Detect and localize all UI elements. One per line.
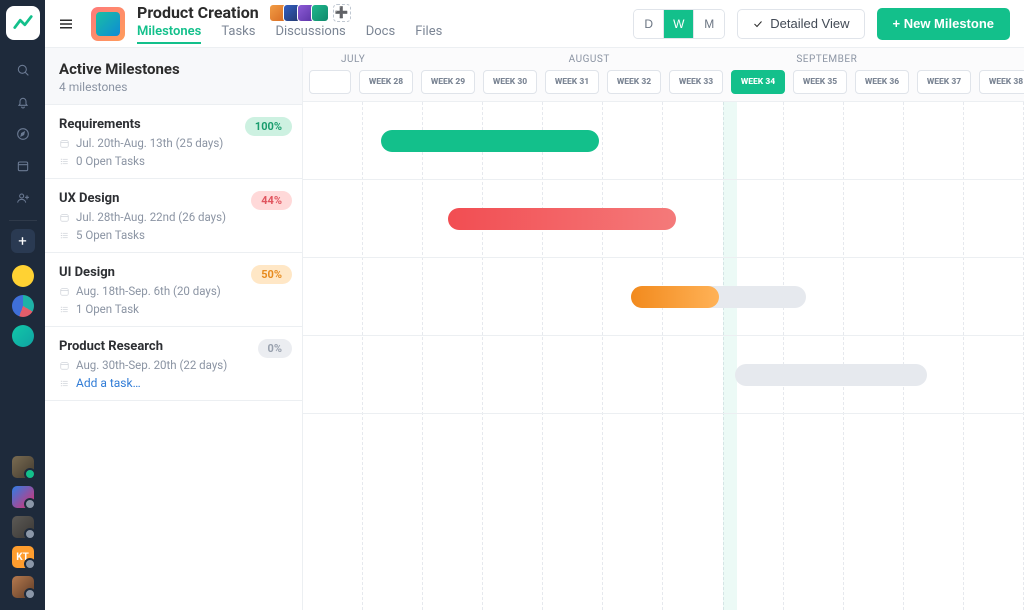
menu-toggle-icon[interactable] <box>53 11 79 37</box>
rail-avatar[interactable] <box>12 486 34 508</box>
list-icon <box>59 156 70 167</box>
milestone-item[interactable]: RequirementsJul. 20th-Aug. 13th (25 days… <box>45 105 302 179</box>
invite-user-icon[interactable] <box>7 182 39 214</box>
milestone-dates: Jul. 20th-Aug. 13th (25 days) <box>76 136 223 150</box>
add-task-link[interactable]: Add a task… <box>76 376 141 390</box>
panel-subtitle: 4 milestones <box>59 80 288 94</box>
workspace-dot-pie[interactable] <box>12 295 34 317</box>
week-chip[interactable]: WEEK 35 <box>793 70 847 94</box>
week-chip[interactable]: WEEK 33 <box>669 70 723 94</box>
timeline-row <box>303 258 1024 336</box>
new-milestone-button[interactable]: + New Milestone <box>877 8 1011 40</box>
panel-title: Active Milestones <box>59 60 288 78</box>
rail-divider <box>9 220 37 221</box>
workspace-dot-yellow[interactable] <box>12 265 34 287</box>
week-chip[interactable]: WEEK 37 <box>917 70 971 94</box>
detailed-view-button[interactable]: Detailed View <box>737 9 864 39</box>
milestone-tasks: 0 Open Tasks <box>76 154 145 168</box>
tab-files[interactable]: Files <box>415 24 442 44</box>
app-rail: + KT <box>0 0 45 610</box>
list-icon <box>59 230 70 241</box>
timeline-row <box>303 336 1024 414</box>
notifications-icon[interactable] <box>7 86 39 118</box>
timeline-row <box>303 180 1024 258</box>
milestone-tasks: 1 Open Task <box>76 302 139 316</box>
calendar-icon <box>59 286 70 297</box>
month-label: AUGUST <box>569 48 797 70</box>
month-label: SEPTEMBER <box>796 48 1024 70</box>
week-chip[interactable] <box>309 70 351 94</box>
week-chip[interactable]: WEEK 28 <box>359 70 413 94</box>
period-month-button[interactable]: M <box>694 10 724 38</box>
milestone-item[interactable]: Product Research Aug. 30th-Sep. 20th (22 … <box>45 327 302 401</box>
list-icon <box>59 378 70 389</box>
rail-avatar[interactable]: KT <box>12 546 34 568</box>
week-row: WEEK 28 WEEK 29 WEEK 30 WEEK 31 WEEK 32 WEEK … <box>303 70 1024 102</box>
week-chip[interactable]: WEEK 31 <box>545 70 599 94</box>
timeline-body[interactable] <box>303 102 1024 610</box>
calendar-icon[interactable] <box>7 150 39 182</box>
week-chip[interactable]: WEEK 34 <box>731 70 785 94</box>
rail-avatar[interactable] <box>12 516 34 538</box>
period-day-button[interactable]: D <box>634 10 664 38</box>
period-week-button[interactable]: W <box>664 10 694 38</box>
milestone-item[interactable]: UX DesignJul. 28th-Aug. 22nd (26 days)5 … <box>45 179 302 253</box>
week-chip[interactable]: WEEK 29 <box>421 70 475 94</box>
progress-chip: 0% <box>258 339 292 358</box>
milestone-name: Product Research <box>59 339 288 354</box>
calendar-icon <box>59 138 70 149</box>
milestone-panel: Active Milestones 4 milestones Requireme… <box>45 48 303 610</box>
app-logo[interactable] <box>6 6 40 40</box>
timeline-header: JULYAUGUSTSEPTEMBER WEEK 28 WEEK 29 WEEK 3… <box>303 48 1024 102</box>
project-title: Product Creation <box>137 3 259 22</box>
workspace-dot-teal[interactable] <box>12 325 34 347</box>
week-chip[interactable]: WEEK 36 <box>855 70 909 94</box>
milestone-tasks: 5 Open Tasks <box>76 228 145 242</box>
check-icon <box>752 18 764 30</box>
week-chip[interactable]: WEEK 38 <box>979 70 1024 94</box>
milestone-dates: Jul. 28th-Aug. 22nd (26 days) <box>76 210 226 224</box>
milestone-bar-track[interactable] <box>735 364 927 386</box>
list-icon <box>59 304 70 315</box>
explore-icon[interactable] <box>7 118 39 150</box>
project-members: ➕ <box>269 4 351 22</box>
milestone-bar-track[interactable] <box>631 286 806 308</box>
milestone-bar[interactable] <box>448 208 676 230</box>
tab-docs[interactable]: Docs <box>366 24 395 44</box>
tab-milestones[interactable]: Milestones <box>137 24 201 44</box>
detailed-view-label: Detailed View <box>770 16 849 31</box>
month-row: JULYAUGUSTSEPTEMBER <box>303 48 1024 70</box>
rail-avatar-stack: KT <box>12 456 34 610</box>
search-icon[interactable] <box>7 54 39 86</box>
month-label: JULY <box>341 48 569 70</box>
period-toggle: D W M <box>633 9 725 39</box>
add-member-button[interactable]: ➕ <box>333 4 351 22</box>
progress-chip: 50% <box>251 265 292 284</box>
milestone-bar-fill <box>631 286 719 308</box>
milestone-dates: Aug. 30th-Sep. 20th (22 days) <box>76 358 227 372</box>
calendar-icon <box>59 360 70 371</box>
project-tabs: Milestones Tasks Discussions Docs Files <box>137 24 442 44</box>
timeline: JULYAUGUSTSEPTEMBER WEEK 28 WEEK 29 WEEK 3… <box>303 48 1024 610</box>
rail-avatar[interactable] <box>12 576 34 598</box>
member-avatar[interactable] <box>311 4 329 22</box>
tab-tasks[interactable]: Tasks <box>221 24 255 44</box>
project-thumbnail[interactable] <box>91 7 125 41</box>
topbar: Product Creation ➕ Milestones Tasks Discus… <box>45 0 1024 48</box>
panel-header: Active Milestones 4 milestones <box>45 48 302 105</box>
progress-chip: 44% <box>251 191 292 210</box>
milestone-item[interactable]: UI DesignAug. 18th-Sep. 6th (20 days)1 O… <box>45 253 302 327</box>
rail-avatar[interactable] <box>12 456 34 478</box>
milestone-bar[interactable] <box>381 130 599 152</box>
calendar-icon <box>59 212 70 223</box>
week-chip[interactable]: WEEK 30 <box>483 70 537 94</box>
tab-discussions[interactable]: Discussions <box>275 24 345 44</box>
progress-chip: 100% <box>245 117 292 136</box>
week-chip[interactable]: WEEK 32 <box>607 70 661 94</box>
milestone-dates: Aug. 18th-Sep. 6th (20 days) <box>76 284 221 298</box>
milestone-list: RequirementsJul. 20th-Aug. 13th (25 days… <box>45 105 302 610</box>
timeline-row <box>303 102 1024 180</box>
rail-add-button[interactable]: + <box>11 229 35 253</box>
